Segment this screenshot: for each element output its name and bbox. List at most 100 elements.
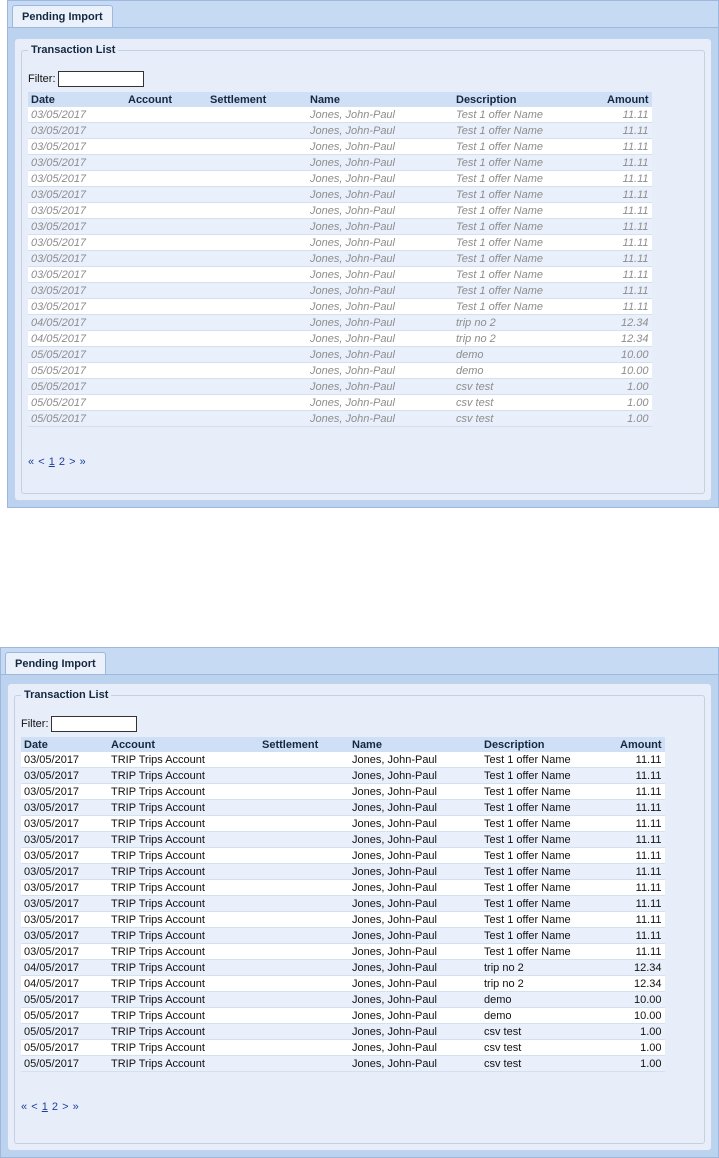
pager-page-2[interactable]: 2 xyxy=(52,1101,58,1113)
table-row[interactable]: 03/05/2017 TRIP Trips Account Jones, John-… xyxy=(21,943,665,960)
cell-account: TRIP Trips Account xyxy=(108,799,259,816)
table-row[interactable]: 03/05/2017 Jones, John-Paul Test 1 offer N… xyxy=(28,298,652,315)
table-row[interactable]: 04/05/2017 Jones, John-Paul trip no 2 12.34 xyxy=(28,314,652,331)
column-header-name[interactable]: Name xyxy=(349,737,481,752)
table-row[interactable]: 03/05/2017 Jones, John-Paul Test 1 offer N… xyxy=(28,250,652,267)
pager-last[interactable]: » xyxy=(80,456,86,468)
table-row[interactable]: 03/05/2017 Jones, John-Paul Test 1 offer N… xyxy=(28,138,652,155)
pager-first[interactable]: « xyxy=(21,1101,27,1113)
table-row[interactable]: 03/05/2017 TRIP Trips Account Jones, John-… xyxy=(21,927,665,944)
cell-description: demo xyxy=(481,991,617,1008)
tab-pending-import[interactable]: Pending Import xyxy=(5,652,106,674)
column-header-description[interactable]: Description xyxy=(481,737,617,752)
column-header-date[interactable]: Date xyxy=(28,92,125,107)
table-row[interactable]: 05/05/2017 Jones, John-Paul demo 10.00 xyxy=(28,346,652,363)
column-header-amount[interactable]: Amount xyxy=(604,92,652,107)
pager-page-2[interactable]: 2 xyxy=(59,456,65,468)
cell-settlement xyxy=(259,863,349,880)
table-row[interactable]: 03/05/2017 TRIP Trips Account Jones, John-… xyxy=(21,879,665,896)
pager-page-1[interactable]: 1 xyxy=(49,456,55,468)
table-row[interactable]: 03/05/2017 Jones, John-Paul Test 1 offer N… xyxy=(28,202,652,219)
cell-description: Test 1 offer Name xyxy=(481,911,617,928)
table-row[interactable]: 05/05/2017 Jones, John-Paul demo 10.00 xyxy=(28,362,652,379)
cell-name: Jones, John-Paul xyxy=(349,1039,481,1056)
table-row[interactable]: 05/05/2017 TRIP Trips Account Jones, John-… xyxy=(21,1055,665,1072)
cell-date: 03/05/2017 xyxy=(21,895,108,912)
column-header-account[interactable]: Account xyxy=(108,737,259,752)
cell-date: 03/05/2017 xyxy=(21,831,108,848)
cell-settlement xyxy=(207,107,307,123)
table-row[interactable]: 03/05/2017 Jones, John-Paul Test 1 offer N… xyxy=(28,266,652,283)
cell-description: csv test xyxy=(481,1039,617,1056)
table-row[interactable]: 03/05/2017 Jones, John-Paul Test 1 offer N… xyxy=(28,122,652,139)
table-row[interactable]: 03/05/2017 TRIP Trips Account Jones, John-… xyxy=(21,783,665,800)
pager-next[interactable]: > xyxy=(62,1101,68,1113)
pager-page-1[interactable]: 1 xyxy=(42,1101,48,1113)
table-row[interactable]: 04/05/2017 TRIP Trips Account Jones, John-… xyxy=(21,959,665,976)
table-row[interactable]: 05/05/2017 TRIP Trips Account Jones, John-… xyxy=(21,1007,665,1024)
table-row[interactable]: 05/05/2017 Jones, John-Paul csv test 1.00 xyxy=(28,410,652,427)
filter-label: Filter: xyxy=(21,718,49,730)
column-header-account[interactable]: Account xyxy=(125,92,207,107)
cell-date: 03/05/2017 xyxy=(28,234,125,251)
table-row[interactable]: 03/05/2017 TRIP Trips Account Jones, John-… xyxy=(21,895,665,912)
pager-prev[interactable]: < xyxy=(31,1101,37,1113)
table-row[interactable]: 03/05/2017 TRIP Trips Account Jones, John-… xyxy=(21,767,665,784)
cell-date: 05/05/2017 xyxy=(21,991,108,1008)
table-row[interactable]: 03/05/2017 TRIP Trips Account Jones, John-… xyxy=(21,911,665,928)
tab-pending-import[interactable]: Pending Import xyxy=(12,5,113,27)
table-row[interactable]: 05/05/2017 TRIP Trips Account Jones, John-… xyxy=(21,991,665,1008)
table-row[interactable]: 04/05/2017 TRIP Trips Account Jones, John-… xyxy=(21,975,665,992)
column-header-amount[interactable]: Amount xyxy=(617,737,665,752)
cell-account xyxy=(125,378,207,395)
table-row[interactable]: 03/05/2017 TRIP Trips Account Jones, John-… xyxy=(21,863,665,880)
cell-account xyxy=(125,314,207,331)
table-row[interactable]: 03/05/2017 Jones, John-Paul Test 1 offer N… xyxy=(28,107,652,123)
table-row[interactable]: 03/05/2017 Jones, John-Paul Test 1 offer N… xyxy=(28,186,652,203)
filter-label: Filter: xyxy=(28,73,56,85)
table-row[interactable]: 03/05/2017 Jones, John-Paul Test 1 offer N… xyxy=(28,154,652,171)
cell-date: 05/05/2017 xyxy=(28,410,125,427)
table-row[interactable]: 05/05/2017 TRIP Trips Account Jones, John-… xyxy=(21,1023,665,1040)
cell-name: Jones, John-Paul xyxy=(307,410,453,427)
table-row[interactable]: 03/05/2017 TRIP Trips Account Jones, John-… xyxy=(21,847,665,864)
cell-amount: 11.11 xyxy=(604,170,652,187)
column-header-settlement[interactable]: Settlement xyxy=(259,737,349,752)
pager-first[interactable]: « xyxy=(28,456,34,468)
cell-account: TRIP Trips Account xyxy=(108,911,259,928)
table-row[interactable]: 05/05/2017 Jones, John-Paul csv test 1.00 xyxy=(28,394,652,411)
filter-input[interactable] xyxy=(57,71,144,87)
cell-settlement xyxy=(207,378,307,395)
table-row[interactable]: 03/05/2017 TRIP Trips Account Jones, John-… xyxy=(21,831,665,848)
table-row[interactable]: 04/05/2017 Jones, John-Paul trip no 2 12.34 xyxy=(28,330,652,347)
pager-last[interactable]: » xyxy=(73,1101,79,1113)
table-row[interactable]: 03/05/2017 Jones, John-Paul Test 1 offer N… xyxy=(28,170,652,187)
table-row[interactable]: 03/05/2017 TRIP Trips Account Jones, John-… xyxy=(21,815,665,832)
table-row[interactable]: 03/05/2017 TRIP Trips Account Jones, John-… xyxy=(21,752,665,768)
cell-amount: 11.11 xyxy=(617,752,665,768)
table-row[interactable]: 05/05/2017 Jones, John-Paul csv test 1.00 xyxy=(28,378,652,395)
pager-prev[interactable]: < xyxy=(38,456,44,468)
column-header-settlement[interactable]: Settlement xyxy=(207,92,307,107)
cell-account xyxy=(125,298,207,315)
filter-input[interactable] xyxy=(50,716,137,732)
cell-date: 05/05/2017 xyxy=(28,346,125,363)
column-header-description[interactable]: Description xyxy=(453,92,604,107)
table-row[interactable]: 05/05/2017 TRIP Trips Account Jones, John-… xyxy=(21,1039,665,1056)
cell-name: Jones, John-Paul xyxy=(349,863,481,880)
cell-amount: 11.11 xyxy=(604,202,652,219)
column-header-date[interactable]: Date xyxy=(21,737,108,752)
cell-amount: 12.34 xyxy=(617,975,665,992)
cell-name: Jones, John-Paul xyxy=(307,282,453,299)
table-row[interactable]: 03/05/2017 Jones, John-Paul Test 1 offer N… xyxy=(28,282,652,299)
cell-settlement xyxy=(259,879,349,896)
cell-description: Test 1 offer Name xyxy=(481,847,617,864)
cell-settlement xyxy=(259,783,349,800)
cell-date: 03/05/2017 xyxy=(21,943,108,960)
table-row[interactable]: 03/05/2017 Jones, John-Paul Test 1 offer N… xyxy=(28,234,652,251)
column-header-name[interactable]: Name xyxy=(307,92,453,107)
table-row[interactable]: 03/05/2017 TRIP Trips Account Jones, John-… xyxy=(21,799,665,816)
table-row[interactable]: 03/05/2017 Jones, John-Paul Test 1 offer N… xyxy=(28,218,652,235)
pager-next[interactable]: > xyxy=(69,456,75,468)
cell-account xyxy=(125,218,207,235)
